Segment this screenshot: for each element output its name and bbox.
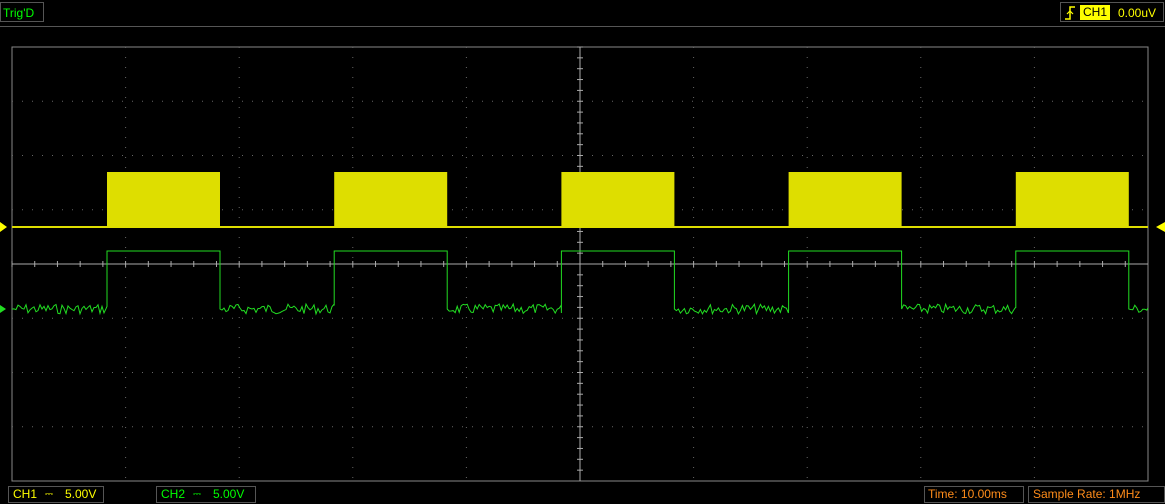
top-status-bar: Trig'D CH1 0.00uV (0, 0, 1165, 27)
ch1-label: CH1 (13, 487, 38, 501)
bottom-status-bar: CH1 ⎓ 5.00V CH2 ⎓ 5.00V Time: 10.00ms Sa… (0, 485, 1165, 504)
ch2-label: CH2 (161, 487, 186, 501)
ch1-ground-marker (0, 222, 7, 232)
ch1-pulse (1015, 172, 1129, 227)
trigger-level-value: 0.00uV (1118, 6, 1157, 20)
ch2-ground-marker (0, 305, 6, 313)
ch1-settings[interactable]: CH1 ⎓ 5.00V (8, 486, 104, 503)
dc-coupling-icon: ⎓ (45, 489, 53, 500)
trigger-level-marker (1156, 222, 1165, 232)
timebase-readout[interactable]: Time: 10.00ms (924, 486, 1024, 503)
ch1-pulse (334, 172, 448, 227)
trigger-status-label: Trig'D (0, 2, 44, 22)
trigger-channel-badge: CH1 (1080, 5, 1111, 20)
ch1-pulse (561, 172, 675, 227)
axis-ticks (11, 46, 1126, 471)
scope-grid (0, 46, 1165, 482)
dc-coupling-icon: ⎓ (193, 489, 201, 500)
ch2-scale: 5.00V (213, 487, 245, 501)
ch2-settings[interactable]: CH2 ⎓ 5.00V (156, 486, 256, 503)
scope-display[interactable] (0, 27, 1165, 483)
ch1-scale: 5.00V (65, 487, 97, 501)
rising-edge-icon (1065, 6, 1075, 20)
ch1-pulse (107, 172, 220, 227)
sample-rate-readout[interactable]: Sample Rate: 1MHz (1028, 486, 1165, 503)
trigger-settings[interactable]: CH1 0.00uV (1060, 2, 1164, 22)
ch1-pulse (788, 172, 902, 227)
